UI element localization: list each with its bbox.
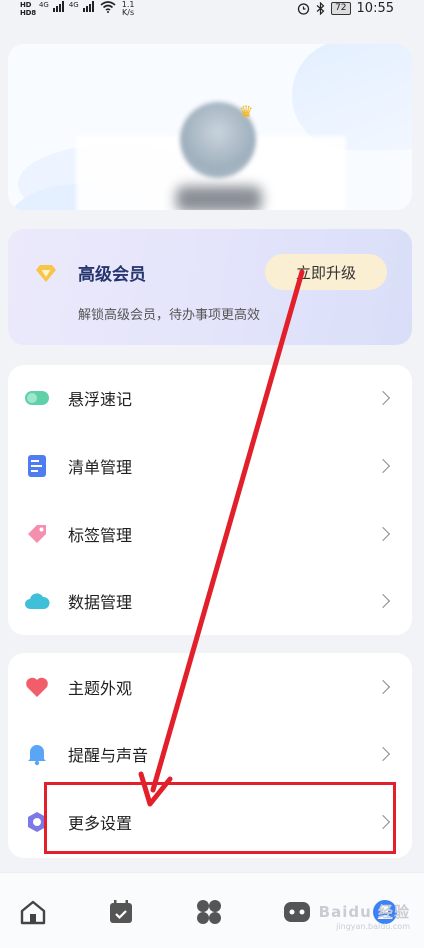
menu-item-label: 标签管理 bbox=[68, 526, 133, 545]
vip-description: 解锁高级会员，待办事项更高效 bbox=[78, 308, 261, 323]
bottom-navigation: Baidu 经验 jingyan.baidu.com bbox=[0, 872, 424, 948]
signal-icon bbox=[52, 1, 64, 12]
signal-icon-2 bbox=[82, 1, 94, 12]
robot-icon[interactable] bbox=[282, 897, 312, 927]
tag-icon bbox=[24, 521, 50, 547]
wifi-icon bbox=[100, 1, 116, 13]
menu-item-data-management[interactable]: 数据管理 bbox=[8, 573, 412, 629]
network-indicator: HD HD8 bbox=[20, 1, 36, 17]
menu-item-theme[interactable]: 主题外观 bbox=[8, 659, 412, 715]
chevron-right-icon bbox=[375, 814, 391, 830]
chevron-right-icon bbox=[375, 390, 391, 406]
menu-item-label: 提醒与声音 bbox=[68, 746, 149, 765]
clock: 10:55 bbox=[356, 1, 394, 16]
menu-item-label: 悬浮速记 bbox=[68, 390, 133, 409]
chevron-right-icon bbox=[375, 458, 391, 474]
status-bar-right: 72 10:55 bbox=[297, 1, 394, 16]
menu-item-reminder-sound[interactable]: 提醒与声音 bbox=[8, 726, 412, 782]
profile-card[interactable]: ♛ bbox=[8, 44, 412, 210]
menu-item-label: 更多设置 bbox=[68, 814, 133, 833]
bell-icon bbox=[24, 741, 50, 767]
signal-type-label-2: 4G bbox=[68, 1, 79, 9]
apps-icon[interactable] bbox=[194, 897, 224, 927]
status-bar-left: HD HD8 4G 4G 1.1 K/s bbox=[20, 0, 135, 18]
signal-type-label: 4G bbox=[38, 1, 49, 9]
cloud-icon bbox=[24, 588, 50, 614]
crown-icon: ♛ bbox=[239, 102, 254, 121]
network-speed: 1.1 K/s bbox=[121, 0, 135, 17]
floating-note-icon bbox=[24, 385, 50, 411]
menu-item-list-management[interactable]: 清单管理 bbox=[8, 438, 412, 494]
menu-item-label: 数据管理 bbox=[68, 593, 133, 612]
diamond-icon bbox=[36, 265, 56, 282]
menu-item-tag-management[interactable]: 标签管理 bbox=[8, 506, 412, 562]
chevron-right-icon bbox=[375, 593, 391, 609]
status-bar: HD HD8 4G 4G 1.1 K/s 72 10:55 bbox=[0, 0, 424, 20]
watermark: Baidu 经验 jingyan.baidu.com bbox=[318, 903, 410, 931]
settings-icon bbox=[24, 809, 50, 835]
menu-group-settings: 主题外观 提醒与声音 更多设置 bbox=[8, 653, 412, 858]
bluetooth-icon bbox=[316, 2, 325, 15]
chevron-right-icon bbox=[375, 746, 391, 762]
heart-icon bbox=[24, 674, 50, 700]
menu-item-more-settings[interactable]: 更多设置 bbox=[8, 794, 412, 850]
chevron-right-icon bbox=[375, 679, 391, 695]
menu-item-floating-note[interactable]: 悬浮速记 bbox=[8, 370, 412, 426]
menu-item-label: 清单管理 bbox=[68, 458, 133, 477]
calendar-icon[interactable] bbox=[106, 897, 136, 927]
vip-card[interactable]: 高级会员 解锁高级会员，待办事项更高效 立即升级 bbox=[8, 229, 412, 345]
battery-indicator: 72 bbox=[331, 2, 351, 15]
upgrade-button[interactable]: 立即升级 bbox=[265, 254, 387, 290]
menu-item-label: 主题外观 bbox=[68, 679, 133, 698]
alarm-icon bbox=[297, 3, 310, 15]
vip-title: 高级会员 bbox=[78, 265, 146, 285]
blurred-username bbox=[176, 186, 262, 210]
chevron-right-icon bbox=[375, 526, 391, 542]
menu-group-features: 悬浮速记 清单管理 标签管理 数据管理 bbox=[8, 365, 412, 635]
list-icon bbox=[24, 453, 50, 479]
home-icon[interactable] bbox=[18, 897, 48, 927]
decorative-shape bbox=[292, 44, 412, 150]
